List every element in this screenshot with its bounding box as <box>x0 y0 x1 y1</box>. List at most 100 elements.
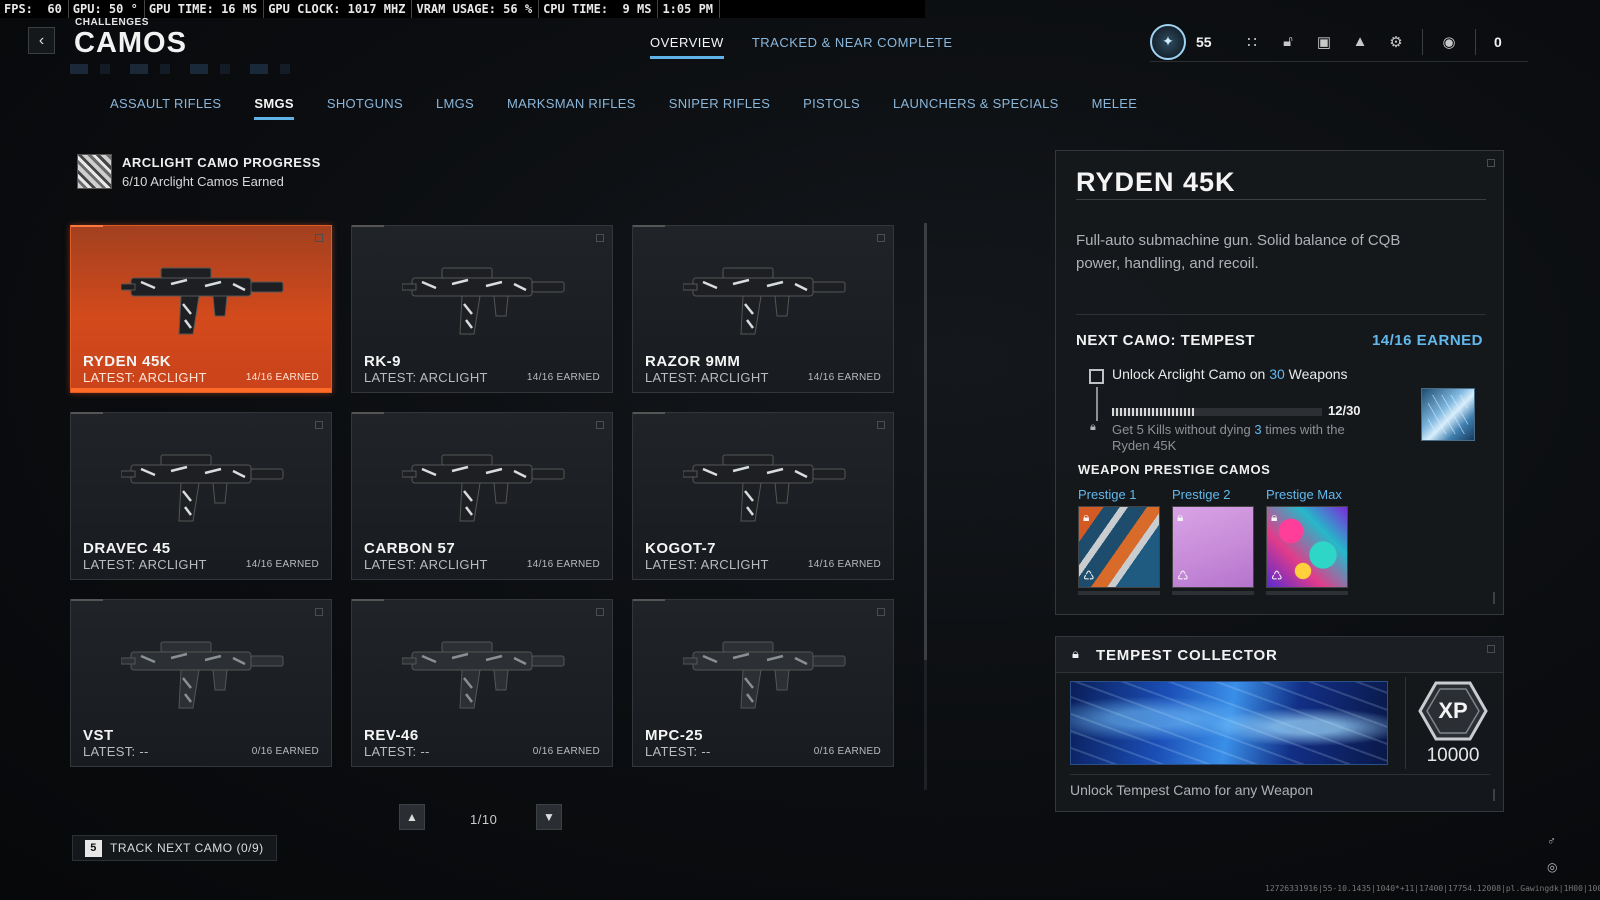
tab-sniper-rifles[interactable]: SNIPER RIFLES <box>669 96 770 120</box>
tab-melee[interactable]: MELEE <box>1092 96 1138 120</box>
card-accent <box>633 599 665 601</box>
card-corner-mark <box>877 608 885 616</box>
weapon-card[interactable]: KOGOT-7 LATEST: ARCLIGHT 14/16 EARNED <box>632 412 894 580</box>
tempest-collector-panel[interactable]: 🔒︎ TEMPEST COLLECTOR XP 10000 Unlock Tem… <box>1055 636 1504 812</box>
weapon-camos-earned: 0/16 EARNED <box>813 746 881 757</box>
weapon-image <box>401 254 572 339</box>
weapon-camos-earned: 0/16 EARNED <box>532 746 600 757</box>
card-corner-mark <box>315 234 323 242</box>
challenge-progress-bar <box>1112 408 1322 416</box>
lock-icon: 🔒︎ <box>1271 510 1278 524</box>
player-level-badge[interactable]: ✦ <box>1150 23 1186 60</box>
xp-label: XP <box>1438 698 1468 723</box>
page-up-button[interactable]: ▲ <box>399 804 425 830</box>
card-accent <box>633 412 665 414</box>
next-camo-earned: 14/16 EARNED <box>1371 332 1483 349</box>
hud-toolbar: ✦ 55 ∷ 🔓︎ ▣ ▲ ⚙ ◉ 0 <box>1150 22 1528 62</box>
camo-progress-header: ARCLIGHT CAMO PROGRESS 6/10 Arclight Cam… <box>77 154 321 189</box>
collector-title: TEMPEST COLLECTOR <box>1096 647 1278 664</box>
weapon-name: MPC-25 <box>645 727 704 744</box>
weapon-latest-camo: LATEST: ARCLIGHT <box>364 370 488 385</box>
detail-divider <box>1076 199 1486 200</box>
tab-pistols[interactable]: PISTOLS <box>803 96 860 120</box>
camo-progress-title: ARCLIGHT CAMO PROGRESS <box>122 154 321 170</box>
weapon-latest-camo: LATEST: ARCLIGHT <box>83 557 207 572</box>
prestige-camo-2[interactable]: Prestige 2 🔒︎ ♺ <box>1172 487 1254 595</box>
microphone-icon: ♂ <box>1547 834 1556 848</box>
build-info: 12726331916|55-10.1435|1040*+11|17400|17… <box>1265 884 1600 893</box>
challenge-progress-count: 12/30 <box>1328 403 1361 418</box>
card-corner-mark <box>596 234 604 242</box>
stat-gpu-clock: GPU CLOCK: 1017 MHZ <box>264 0 413 18</box>
tempest-camo-thumbnail[interactable] <box>1421 388 1475 441</box>
tab-launchers-specials[interactable]: LAUNCHERS & SPECIALS <box>893 96 1059 120</box>
collector-header: 🔒︎ TEMPEST COLLECTOR <box>1056 637 1503 673</box>
weapon-card[interactable]: RK-9 LATEST: ARCLIGHT 14/16 EARNED <box>351 225 613 393</box>
weapon-card[interactable]: RAZOR 9MM LATEST: ARCLIGHT 14/16 EARNED <box>632 225 894 393</box>
stat-gpu-time: GPU TIME: 16 MS <box>145 0 265 18</box>
apps-grid-icon[interactable]: ∷ <box>1234 27 1270 57</box>
prestige-swatch: 🔒︎ ♺ <box>1078 506 1160 588</box>
prestige-camo-1[interactable]: Prestige 1 🔒︎ ♺ <box>1078 487 1160 595</box>
tab-overview[interactable]: OVERVIEW <box>650 35 724 59</box>
prestige-progress <box>1078 591 1160 595</box>
stat-cpu-time: CPU TIME: 9 MS <box>539 0 659 18</box>
detail-description: Full-auto submachine gun. Solid balance … <box>1076 232 1401 272</box>
panel-corner-mark <box>1487 645 1495 653</box>
weapon-name: REV-46 <box>364 727 419 744</box>
tab-tracked-near-complete[interactable]: TRACKED & NEAR COMPLETE <box>752 35 953 59</box>
camera-icon[interactable]: ▣ <box>1306 27 1342 57</box>
status-icon: ◎ <box>1547 860 1558 874</box>
weapon-category-tabs: ASSAULT RIFLES SMGS SHOTGUNS LMGS MARKSM… <box>110 96 1137 120</box>
weapon-card[interactable]: CARBON 57 LATEST: ARCLIGHT 14/16 EARNED <box>351 412 613 580</box>
track-next-camo-button[interactable]: 5 TRACK NEXT CAMO (0/9) <box>72 835 277 861</box>
weapon-name: RYDEN 45K <box>83 353 172 370</box>
weapon-image <box>120 628 291 713</box>
prestige-icon: ♺ <box>1271 568 1283 583</box>
card-corner-mark <box>315 421 323 429</box>
xp-badge-icon: XP <box>1418 681 1488 741</box>
back-button[interactable]: ‹ <box>28 27 55 54</box>
party-icon[interactable]: ◉ <box>1431 27 1467 57</box>
chevron-left-icon: ‹ <box>38 31 45 49</box>
prestige-icon: ♺ <box>1083 568 1095 583</box>
weapon-image <box>120 254 291 339</box>
stat-fps: FPS: 60 <box>0 0 69 18</box>
grid-scrollbar[interactable] <box>924 223 927 660</box>
tab-marksman-rifles[interactable]: MARKSMAN RIFLES <box>507 96 636 120</box>
weapon-card[interactable]: DRAVEC 45 LATEST: ARCLIGHT 14/16 EARNED <box>70 412 332 580</box>
tab-smgs[interactable]: SMGS <box>254 96 294 120</box>
prestige-progress <box>1172 591 1254 595</box>
weapon-image <box>401 628 572 713</box>
weapon-camos-earned: 14/16 EARNED <box>807 559 881 570</box>
card-corner-mark <box>596 421 604 429</box>
prestige-camo-max[interactable]: Prestige Max 🔒︎ ♺ <box>1266 487 1348 595</box>
weapon-card[interactable]: RYDEN 45K LATEST: ARCLIGHT 14/16 EARNED <box>70 225 332 393</box>
weapon-latest-camo: LATEST: ARCLIGHT <box>645 557 769 572</box>
weapon-card[interactable]: VST LATEST: -- 0/16 EARNED <box>70 599 332 767</box>
weapon-camos-earned: 14/16 EARNED <box>807 372 881 383</box>
card-corner-mark <box>596 608 604 616</box>
player-level: 55 <box>1196 33 1212 50</box>
challenge-checkbox <box>1089 369 1104 384</box>
card-accent <box>633 225 665 227</box>
tab-lmgs[interactable]: LMGS <box>436 96 474 120</box>
unlock-icon[interactable]: 🔓︎ <box>1270 27 1306 57</box>
bell-icon[interactable]: ▲ <box>1342 27 1378 57</box>
arclight-camo-thumbnail <box>77 154 112 189</box>
track-next-camo-label: TRACK NEXT CAMO (0/9) <box>110 841 264 855</box>
weapon-image <box>682 441 853 526</box>
tab-shotguns[interactable]: SHOTGUNS <box>327 96 403 120</box>
weapon-detail-panel: RYDEN 45K Full-auto submachine gun. Soli… <box>1055 150 1504 615</box>
page-down-button[interactable]: ▼ <box>536 804 562 830</box>
weapon-latest-camo: LATEST: ARCLIGHT <box>364 557 488 572</box>
weapon-card[interactable]: REV-46 LATEST: -- 0/16 EARNED <box>351 599 613 767</box>
tab-assault-rifles[interactable]: ASSAULT RIFLES <box>110 96 221 120</box>
keybind-hint: 5 <box>85 839 102 857</box>
lock-icon: 🔒︎ <box>1083 510 1090 524</box>
chevron-up-icon: ▲ <box>406 810 418 824</box>
gear-icon[interactable]: ⚙ <box>1378 27 1414 57</box>
next-camo-title: NEXT CAMO: TEMPEST <box>1076 332 1256 349</box>
weapon-card[interactable]: MPC-25 LATEST: -- 0/16 EARNED <box>632 599 894 767</box>
xp-amount: 10000 <box>1426 745 1480 766</box>
